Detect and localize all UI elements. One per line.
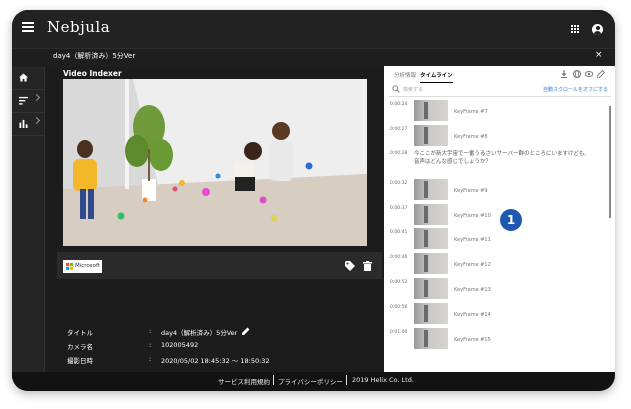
video-frame-image (63, 79, 367, 246)
timeline-keyframe-row[interactable]: 0:00:41 KeyFrame #11 (384, 228, 609, 250)
keyframe-thumbnail[interactable] (414, 328, 448, 349)
timeline-search: 検索する 自動スクロールをオフにする (389, 84, 611, 97)
metadata-value: 2020/05/02 18:45:32 〜 18:50:32 (161, 357, 270, 365)
video-player[interactable] (63, 79, 367, 246)
chevron-right-icon (32, 93, 41, 102)
video-title-bar: day4（解析済み）5分Ver × (12, 48, 615, 67)
keyframe-label: KeyFrame #7 (454, 109, 488, 115)
timeline-timestamp: 0:00:28 (390, 151, 408, 156)
app-frame: Nebjula day4（解析済み）5分Ver × Video Indexer (12, 10, 615, 391)
metadata-colon: : (149, 341, 152, 349)
tab-timeline[interactable]: タイムライン (420, 71, 453, 83)
timeline-timestamp: 0:00:46 (390, 255, 408, 260)
keyframe-label: KeyFrame #8 (454, 134, 488, 140)
keyframe-thumbnail[interactable] (414, 204, 448, 225)
metadata-key: 撮影日時 (67, 357, 93, 365)
top-bar: Nebjula (12, 10, 615, 48)
keyframe-thumbnail[interactable] (414, 179, 448, 200)
footer-divider (273, 375, 274, 385)
autoscroll-toggle-link[interactable]: 自動スクロールをオフにする (543, 86, 608, 93)
edit-icon[interactable] (597, 70, 605, 78)
view-icon[interactable] (585, 70, 593, 78)
timeline-keyframe-row[interactable]: 0:00:27 KeyFrame #8 (384, 125, 609, 147)
timeline-keyframe-row[interactable]: 0:00:37 KeyFrame #10 (384, 204, 609, 226)
timeline-timestamp: 0:00:41 (390, 230, 408, 235)
search-input[interactable]: 検索する (403, 86, 423, 93)
close-icon[interactable]: × (595, 50, 603, 60)
account-icon[interactable] (592, 24, 603, 35)
video-title: day4（解析済み）5分Ver (53, 52, 136, 60)
timeline-keyframe-row[interactable]: 0:00:46 KeyFrame #12 (384, 253, 609, 275)
chevron-right-icon (32, 116, 41, 125)
keyframe-label: KeyFrame #11 (454, 237, 491, 243)
keyframe-label: KeyFrame #13 (454, 287, 491, 293)
keyframe-thumbnail[interactable] (414, 100, 448, 121)
timeline-keyframe-row[interactable]: 0:01:00 KeyFrame #15 (384, 328, 609, 350)
metadata-value: day4（解析済み）5分Ver (161, 329, 238, 337)
sort-icon (19, 96, 28, 105)
trash-icon[interactable] (363, 261, 372, 271)
timeline-timestamp: 0:00:32 (390, 181, 408, 186)
timeline-timestamp: 0:00:37 (390, 206, 408, 211)
privacy-link[interactable]: プライバシーポリシー (278, 376, 343, 386)
video-controls: Microsoft (57, 252, 382, 279)
keyframe-label: KeyFrame #15 (454, 337, 491, 343)
timeline-keyframe-row[interactable]: 0:00:52 KeyFrame #13 (384, 278, 609, 300)
metadata-value: 102005492 (161, 341, 199, 349)
timeline-timestamp: 0:01:00 (390, 330, 408, 335)
callout-number-badge: 1 (500, 209, 522, 231)
tag-icon[interactable] (345, 261, 355, 271)
keyframe-label: KeyFrame #12 (454, 262, 491, 268)
keyframe-thumbnail[interactable] (414, 228, 448, 249)
timeline-transcript-row[interactable]: 0:00:28 今ここが新大宇宙で一番うるさいサーバー群のところにいますけども、音… (384, 149, 609, 171)
terms-link[interactable]: サービス利用規約 (218, 376, 270, 386)
download-icon[interactable] (561, 70, 567, 78)
keyframe-label: KeyFrame #10 (454, 213, 491, 219)
timeline-keyframe-row[interactable]: 0:00:32 KeyFrame #9 (384, 179, 609, 201)
microsoft-label: Microsoft (75, 263, 101, 269)
app-logo: Nebjula (47, 18, 111, 36)
timeline-keyframe-row[interactable]: 0:00:24 KeyFrame #7 (384, 100, 609, 122)
sidebar-item-home[interactable] (12, 67, 44, 90)
sidebar-item-sort[interactable] (12, 90, 44, 113)
timeline-list: 0:00:24 KeyFrame #7 0:00:27 KeyFrame #8 0:00… (384, 100, 609, 362)
transcript-text: 今ここが新大宇宙で一番うるさいサーバー群のところにいますけども、音声はどんな感じ… (414, 151, 590, 165)
timeline-keyframe-row[interactable]: 0:00:56 KeyFrame #14 (384, 303, 609, 325)
keyframe-label: KeyFrame #14 (454, 312, 491, 318)
copyright-text: 2019 Helix Co. Ltd. (352, 376, 414, 384)
keyframe-thumbnail[interactable] (414, 253, 448, 274)
metadata-colon: : (149, 327, 152, 335)
search-icon (392, 85, 400, 93)
keyframe-thumbnail[interactable] (414, 278, 448, 299)
metadata-key: カメラ名 (67, 343, 93, 351)
edit-pencil-icon[interactable] (242, 327, 250, 335)
footer-divider (346, 375, 347, 385)
tab-insights[interactable]: 分析情報 (394, 71, 416, 79)
sidebar-item-analytics[interactable] (12, 113, 44, 136)
keyframe-thumbnail[interactable] (414, 303, 448, 324)
bar-chart-icon (19, 119, 28, 128)
timeline-timestamp: 0:00:56 (390, 305, 408, 310)
microsoft-badge: Microsoft (63, 260, 102, 273)
globe-icon[interactable] (573, 70, 581, 78)
timeline-scrollbar[interactable] (609, 106, 611, 218)
metadata-key: タイトル (67, 329, 93, 337)
sidebar (12, 67, 45, 390)
microsoft-logo-icon (66, 263, 73, 270)
home-icon (19, 73, 28, 82)
timeline-timestamp: 0:00:52 (390, 280, 408, 285)
footer: サービス利用規約 プライバシーポリシー 2019 Helix Co. Ltd. (12, 372, 615, 391)
keyframe-thumbnail[interactable] (414, 125, 448, 146)
video-indexer-label: Video Indexer (63, 69, 122, 78)
keyframe-label: KeyFrame #9 (454, 188, 488, 194)
hamburger-menu-icon[interactable] (22, 22, 34, 32)
timeline-timestamp: 0:00:27 (390, 127, 408, 132)
apps-grid-icon[interactable] (571, 25, 580, 34)
metadata-colon: : (149, 355, 152, 363)
timeline-timestamp: 0:00:24 (390, 102, 408, 107)
